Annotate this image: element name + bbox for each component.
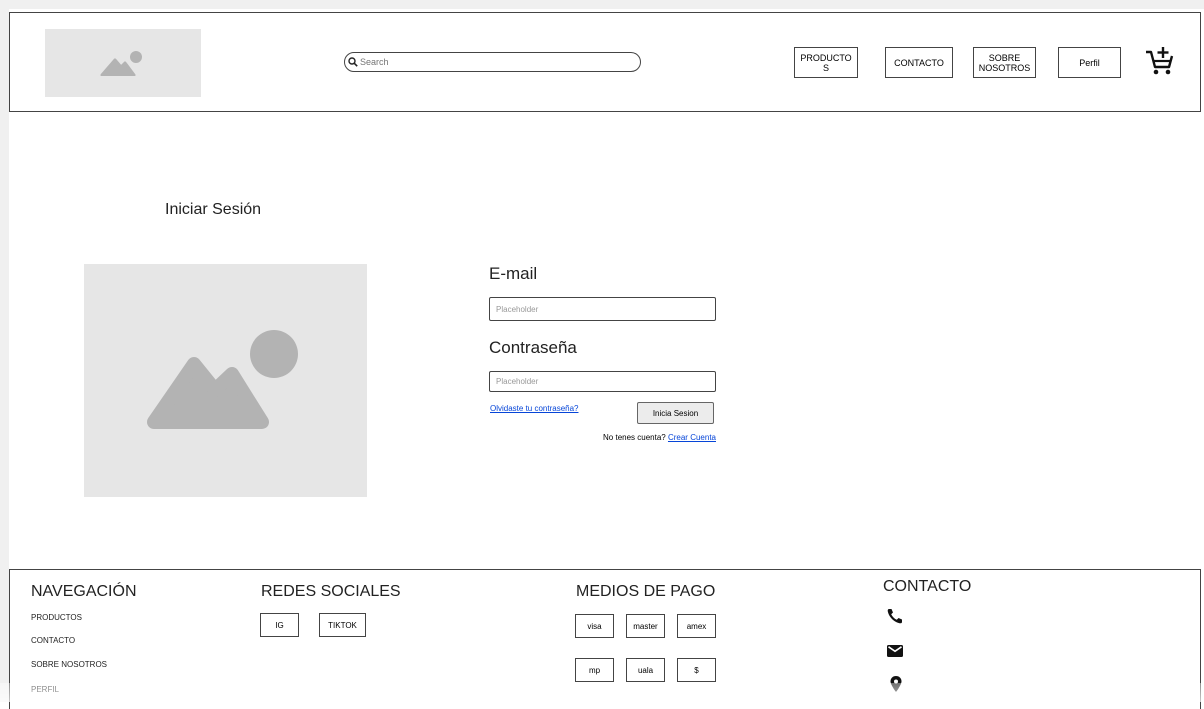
payment-amex: amex bbox=[677, 614, 716, 638]
payment-cash: $ bbox=[677, 658, 716, 682]
payment-visa: visa bbox=[575, 614, 614, 638]
phone-icon[interactable] bbox=[886, 607, 904, 625]
location-icon[interactable] bbox=[887, 675, 905, 693]
social-ig-button[interactable]: IG bbox=[260, 613, 299, 637]
login-hero-image bbox=[84, 264, 367, 497]
nav-perfil-button[interactable]: Perfil bbox=[1058, 47, 1121, 78]
window-frame-left bbox=[0, 0, 9, 702]
mail-icon[interactable] bbox=[886, 642, 904, 660]
image-placeholder-icon bbox=[147, 330, 298, 429]
footer-link-sobre-nosotros[interactable]: SOBRE NOSOTROS bbox=[31, 660, 107, 669]
password-label: Contraseña bbox=[489, 338, 577, 357]
payment-uala: uala bbox=[626, 658, 665, 682]
footer-link-productos[interactable]: PRODUCTOS bbox=[31, 613, 82, 622]
footer-contact-title: CONTACTO bbox=[883, 578, 972, 595]
social-tiktok-button[interactable]: TIKTOK bbox=[319, 613, 366, 637]
footer-nav-title: NAVEGACIÓN bbox=[31, 583, 137, 600]
nav-productos-button[interactable]: PRODUCTO S bbox=[794, 47, 858, 78]
forgot-password-link[interactable]: Olvidaste tu contraseña? bbox=[490, 404, 579, 413]
cart-add-icon[interactable] bbox=[1145, 46, 1175, 76]
window-frame-top bbox=[0, 0, 1204, 9]
image-placeholder-icon bbox=[100, 51, 142, 76]
footer-link-perfil[interactable]: PERFIL bbox=[31, 685, 59, 694]
create-account-link[interactable]: Crear Cuenta bbox=[668, 433, 716, 442]
site-footer: NAVEGACIÓN PRODUCTOS CONTACTO SOBRE NOSO… bbox=[9, 569, 1201, 709]
nav-contacto-button[interactable]: CONTACTO bbox=[885, 47, 953, 78]
email-label: E-mail bbox=[489, 264, 538, 283]
logo-placeholder-image[interactable] bbox=[45, 29, 201, 97]
search-icon bbox=[348, 57, 358, 67]
nav-sobre-nosotros-button[interactable]: SOBRE NOSOTROS bbox=[973, 47, 1036, 78]
payment-mp: mp bbox=[575, 658, 614, 682]
search-bar[interactable] bbox=[344, 52, 641, 72]
footer-social-title: REDES SOCIALES bbox=[261, 583, 401, 600]
footer-link-contacto[interactable]: CONTACTO bbox=[31, 636, 75, 645]
payment-master: master bbox=[626, 614, 665, 638]
no-account-row: No tenes cuenta? Crear Cuenta bbox=[603, 433, 716, 442]
password-input[interactable] bbox=[489, 371, 716, 392]
footer-payment-title: MEDIOS DE PAGO bbox=[576, 583, 716, 600]
search-input[interactable] bbox=[358, 57, 610, 67]
login-button[interactable]: Inicia Sesion bbox=[637, 402, 714, 424]
login-title: Iniciar Sesión bbox=[165, 201, 262, 218]
no-account-text: No tenes cuenta? bbox=[603, 433, 666, 442]
site-header: PRODUCTO S CONTACTO SOBRE NOSOTROS Perfi… bbox=[9, 12, 1201, 112]
email-input[interactable] bbox=[489, 297, 716, 321]
